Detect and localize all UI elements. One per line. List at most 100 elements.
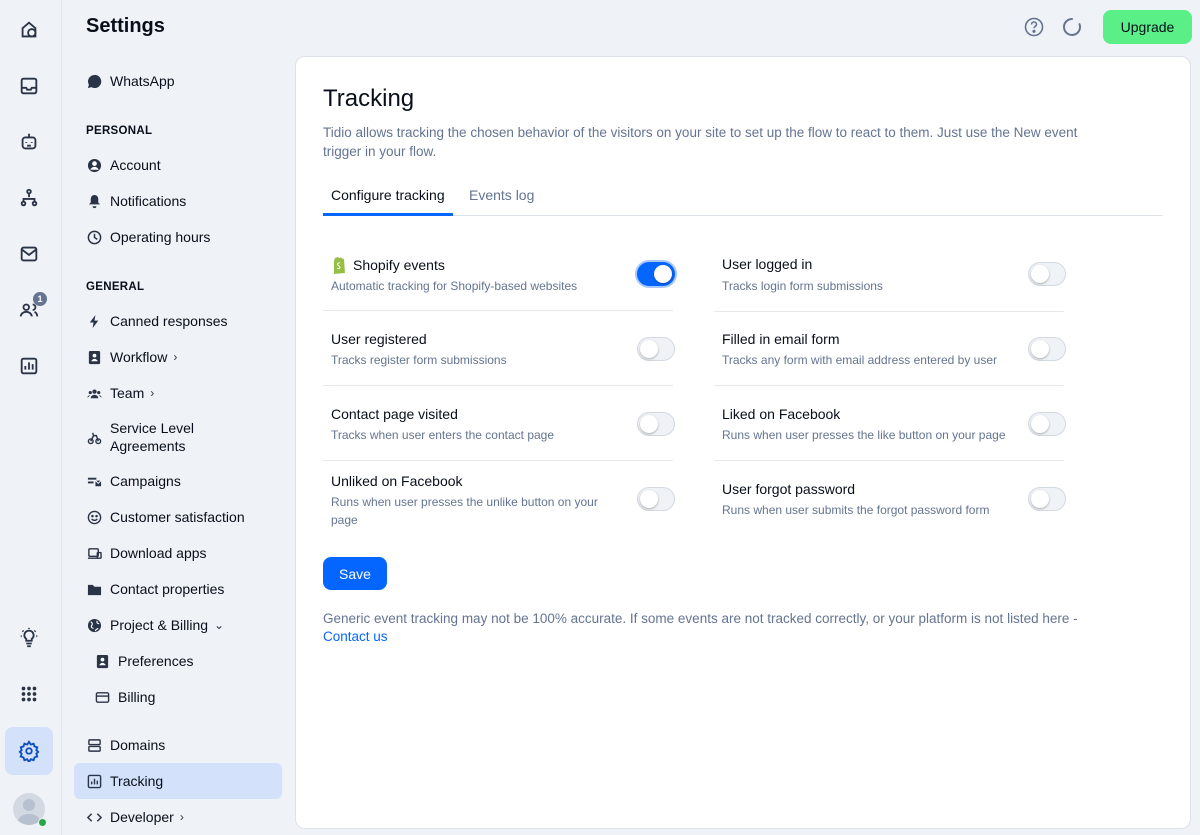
- row-divider: [714, 236, 1064, 312]
- home-icon[interactable]: [5, 6, 53, 54]
- sidebar-item-canned-responses[interactable]: Canned responses: [74, 303, 282, 339]
- chevron-right-icon: ›: [150, 386, 155, 400]
- event-row-unliked-on-facebook: Unliked on Facebook Runs when user press…: [323, 461, 675, 536]
- tab-events-log[interactable]: Events log: [461, 184, 542, 215]
- flows-icon[interactable]: [5, 174, 53, 222]
- user-forgot-password-toggle[interactable]: [1028, 487, 1066, 511]
- sidebar-item-project-billing[interactable]: Project & Billing ⌄: [74, 607, 282, 643]
- sidebar-item-label: Domains: [110, 737, 166, 753]
- upgrade-button[interactable]: Upgrade: [1103, 10, 1192, 44]
- sidebar-item-whatsapp[interactable]: WhatsApp: [74, 63, 282, 99]
- lightbulb-icon[interactable]: [5, 614, 53, 662]
- event-row-user-forgot-password: User forgot password Runs when user subm…: [714, 461, 1066, 536]
- sidebar-item-tracking[interactable]: Tracking: [74, 763, 282, 799]
- user-registered-toggle[interactable]: [637, 337, 675, 361]
- sidebar-item-label: Billing: [118, 689, 156, 705]
- sidebar-item-notifications[interactable]: Notifications: [74, 183, 282, 219]
- footer-text: Generic event tracking may not be 100% a…: [323, 611, 1078, 626]
- sidebar-item-label: Project & Billing: [110, 617, 209, 633]
- event-title: Unliked on Facebook: [331, 473, 463, 489]
- sidebar-item-contact-properties[interactable]: Contact properties: [74, 571, 282, 607]
- globe-icon: [86, 617, 102, 633]
- devices-icon: [86, 545, 102, 561]
- sidebar-item-label: Campaigns: [110, 473, 181, 489]
- user-circle-icon: [86, 157, 102, 173]
- event-subtitle: Runs when user submits the forgot passwo…: [722, 503, 990, 517]
- tab-configure-tracking[interactable]: Configure tracking: [323, 184, 453, 216]
- chevron-right-icon: ›: [173, 350, 178, 364]
- save-button[interactable]: Save: [323, 557, 387, 590]
- clock-icon: [86, 229, 102, 245]
- whatsapp-icon: [86, 73, 102, 89]
- liked-on-facebook-toggle[interactable]: [1028, 412, 1066, 436]
- toggle-knob: [640, 340, 658, 358]
- section-heading-general: GENERAL: [86, 281, 145, 293]
- sidebar-item-operating-hours[interactable]: Operating hours: [74, 219, 282, 255]
- folder-icon: [86, 581, 102, 597]
- toggle-knob: [640, 490, 658, 508]
- unliked-on-facebook-toggle[interactable]: [637, 487, 675, 511]
- sidebar-item-download-apps[interactable]: Download apps: [74, 535, 282, 571]
- sidebar-item-developer[interactable]: Developer ›: [74, 799, 282, 835]
- sidebar-item-label: Download apps: [110, 545, 207, 561]
- event-subtitle: Automatic tracking for Shopify-based web…: [331, 279, 578, 293]
- contact-us-link[interactable]: Contact us: [323, 629, 388, 644]
- sidebar-item-billing[interactable]: Billing: [74, 679, 282, 715]
- shopify-events-toggle[interactable]: [637, 262, 675, 286]
- event-subtitle: Runs when user presses the like button o…: [722, 428, 1006, 442]
- footer-note: Generic event tracking may not be 100% a…: [323, 610, 1083, 646]
- sidebar-item-label: Canned responses: [110, 313, 228, 329]
- chevron-down-icon: ⌄: [214, 618, 225, 632]
- help-icon[interactable]: [1024, 17, 1044, 37]
- sidebar-item-team[interactable]: Team ›: [74, 375, 282, 411]
- sidebar-item-domains[interactable]: Domains: [74, 727, 282, 763]
- page-description: Tidio allows tracking the chosen behavio…: [323, 125, 1078, 159]
- tab-bar: Configure tracking Events log: [323, 184, 1163, 216]
- event-row-filled-email-form: Filled in email form Tracks any form wit…: [714, 311, 1066, 386]
- sidebar-item-workflow[interactable]: Workflow ›: [74, 339, 282, 375]
- toggle-knob: [1031, 415, 1049, 433]
- sidebar-item-label: Notifications: [110, 193, 187, 209]
- filled-email-form-toggle[interactable]: [1028, 337, 1066, 361]
- event-row-shopify: Shopify events Automatic tracking for Sh…: [323, 236, 675, 311]
- event-subtitle: Tracks register form submissions: [331, 353, 507, 367]
- apps-icon[interactable]: [5, 670, 53, 718]
- event-title: Liked on Facebook: [722, 406, 841, 422]
- section-heading-personal: PERSONAL: [86, 125, 153, 137]
- toggle-knob: [1031, 340, 1049, 358]
- sidebar-item-customer-satisfaction[interactable]: Customer satisfaction: [74, 499, 282, 535]
- sidebar-item-preferences[interactable]: Preferences: [74, 643, 282, 679]
- event-title: Filled in email form: [722, 331, 840, 347]
- event-title: Shopify events: [353, 257, 445, 273]
- event-row-liked-on-facebook: Liked on Facebook Runs when user presses…: [714, 386, 1066, 461]
- team-icon: [86, 385, 102, 401]
- event-title: Contact page visited: [331, 406, 458, 422]
- event-row-user-registered: User registered Tracks register form sub…: [323, 311, 675, 386]
- shopify-icon: [334, 257, 345, 274]
- sidebar-item-campaigns[interactable]: Campaigns: [74, 463, 282, 499]
- sidebar-item-sla[interactable]: Service Level Agreements: [74, 416, 282, 458]
- event-subtitle: Tracks when user enters the contact page: [331, 428, 555, 442]
- icon-rail: 1: [0, 0, 62, 835]
- page-title: Tracking: [323, 85, 415, 112]
- inbox-icon[interactable]: [5, 62, 53, 110]
- event-title-wrap: Shopify events: [331, 256, 445, 274]
- sidebar-item-account[interactable]: Account: [74, 147, 282, 183]
- analytics-icon[interactable]: [5, 342, 53, 390]
- online-status-dot: [38, 818, 47, 827]
- settings-title: Settings: [86, 15, 165, 37]
- sidebar-item-label: Developer: [110, 809, 174, 825]
- contact-page-visited-toggle[interactable]: [637, 412, 675, 436]
- settings-icon[interactable]: [5, 727, 53, 775]
- mail-icon[interactable]: [5, 230, 53, 278]
- bot-icon[interactable]: [5, 118, 53, 166]
- event-subtitle: Tracks any form with email address enter…: [722, 353, 997, 367]
- credit-card-icon: [94, 689, 110, 705]
- lightning-icon: [86, 313, 102, 329]
- sidebar-item-label: Account: [110, 157, 161, 173]
- contacts-icon[interactable]: 1: [5, 286, 53, 334]
- sidebar-item-label: Contact properties: [110, 581, 225, 597]
- sidebar-item-label: Customer satisfaction: [110, 509, 245, 525]
- notification-badge: 1: [33, 292, 47, 306]
- chevron-right-icon: ›: [179, 810, 184, 824]
